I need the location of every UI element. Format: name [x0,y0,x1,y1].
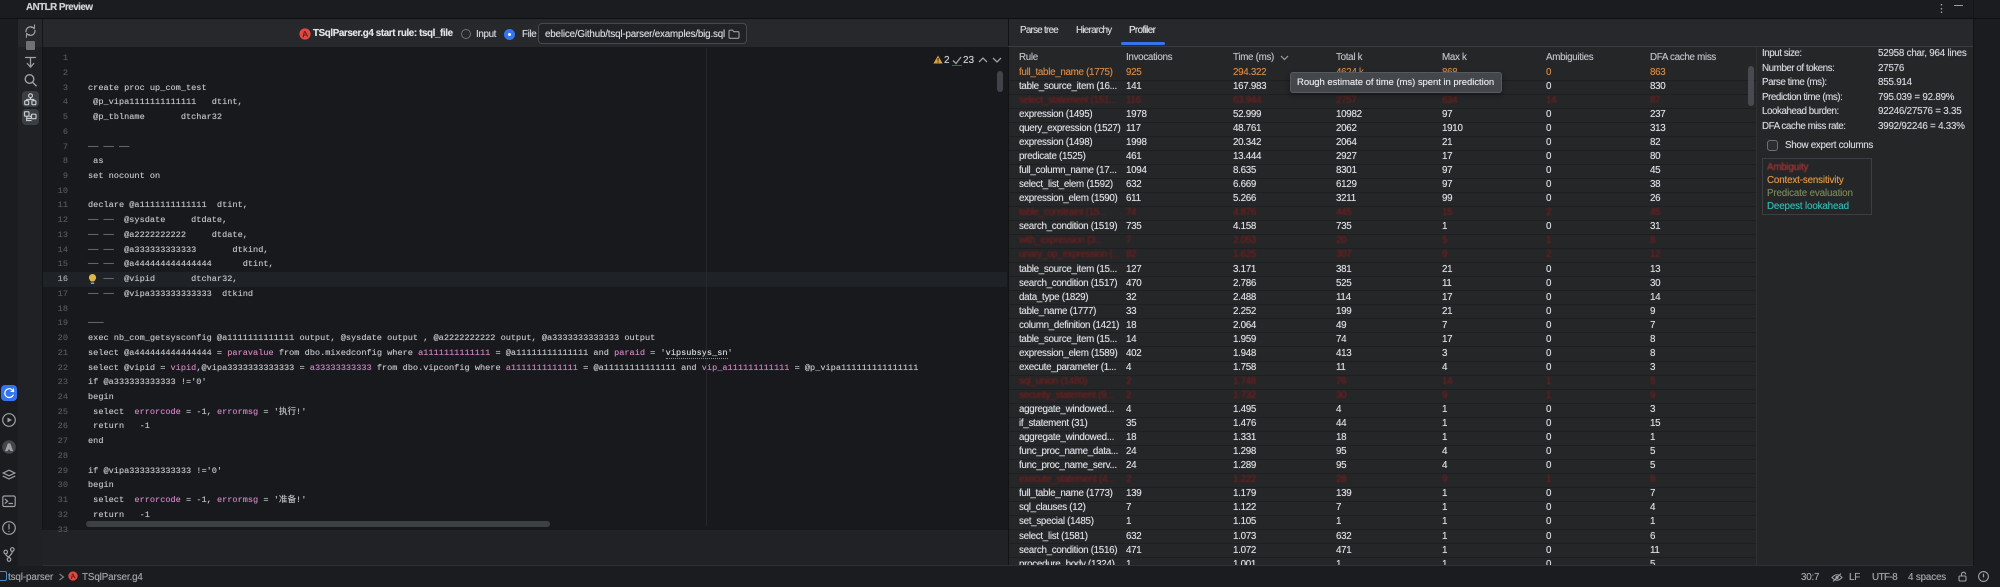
svg-text:A: A [6,443,13,454]
